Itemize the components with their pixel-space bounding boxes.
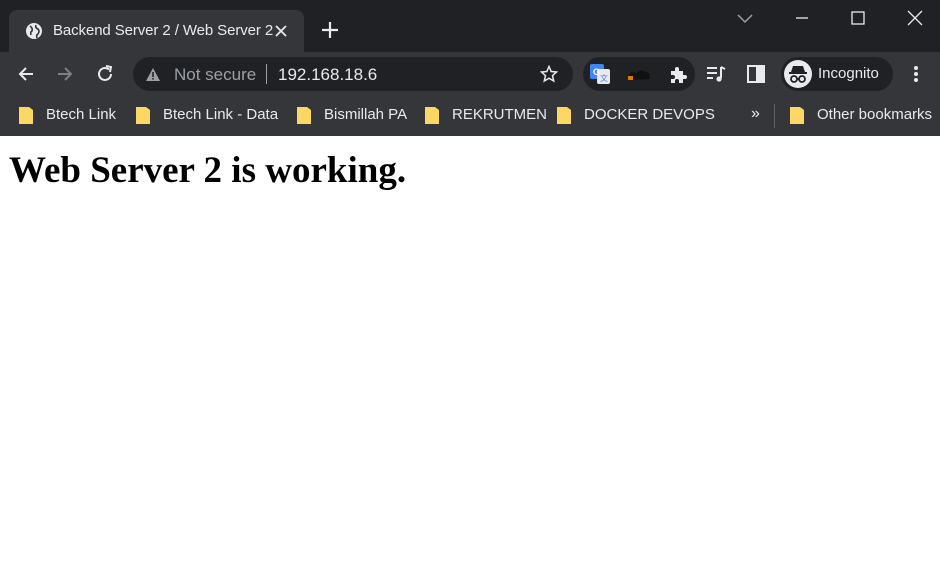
incognito-icon — [789, 66, 807, 83]
bookmark-label: REKRUTMEN — [452, 106, 548, 123]
google-translate-icon[interactable]: G 文 — [590, 64, 610, 84]
page-content: Web Server 2 is working. — [0, 136, 940, 562]
bookmarks-bar: Btech Link Btech Link - Data Bismillah P… — [0, 96, 940, 136]
other-bookmarks-label: Other bookmarks — [817, 106, 933, 123]
url-text[interactable]: 192.168.18.6 — [278, 65, 377, 85]
back-arrow-icon[interactable] — [16, 64, 36, 84]
bookmarks-overflow-button[interactable]: » — [751, 105, 760, 123]
folder-icon — [19, 107, 33, 124]
tab-strip: Backend Server 2 / Web Server 2 — [0, 0, 940, 52]
close-window-icon[interactable] — [905, 8, 925, 28]
bookmark-label: Btech Link - Data — [163, 106, 279, 123]
tab-title: Backend Server 2 / Web Server 2 — [53, 22, 274, 39]
globe-icon — [26, 23, 42, 39]
reload-icon[interactable] — [95, 64, 115, 84]
extensions-group: G 文 — [583, 57, 695, 91]
forward-arrow-icon[interactable] — [55, 64, 75, 84]
folder-icon — [557, 107, 571, 124]
folder-icon — [297, 107, 311, 124]
bookmark-label: Bismillah PA — [324, 106, 408, 123]
side-panel-icon[interactable] — [747, 65, 765, 83]
puzzle-icon[interactable] — [668, 65, 687, 84]
svg-text:G: G — [593, 67, 600, 77]
omnibox-divider — [266, 64, 267, 84]
bookmark-label: DOCKER DEVOPS — [584, 106, 715, 123]
address-bar[interactable]: Not secure 192.168.18.6 — [133, 57, 573, 91]
folder-icon — [425, 107, 439, 124]
bookmarks-divider — [774, 104, 775, 128]
maximize-icon[interactable] — [848, 8, 868, 28]
folder-icon — [136, 107, 150, 124]
toolbar: Not secure 192.168.18.6 G 文 Incognito — [0, 52, 940, 96]
svg-text:文: 文 — [600, 73, 608, 83]
incognito-label: Incognito — [818, 65, 879, 82]
folder-icon — [790, 107, 804, 124]
close-tab-icon[interactable] — [274, 24, 288, 38]
chevron-down-icon[interactable] — [736, 11, 754, 25]
warning-icon[interactable] — [145, 67, 161, 82]
avatar — [784, 60, 812, 88]
more-menu-icon[interactable] — [909, 64, 923, 84]
minimize-icon[interactable] — [792, 8, 812, 28]
bookmark-label: Btech Link — [46, 106, 117, 123]
extension-icon[interactable] — [627, 67, 651, 81]
security-label[interactable]: Not secure — [174, 65, 256, 85]
active-tab[interactable]: Backend Server 2 / Web Server 2 — [9, 10, 304, 52]
incognito-profile-button[interactable]: Incognito — [781, 57, 893, 91]
new-tab-icon[interactable] — [320, 20, 340, 40]
bookmark-star-icon[interactable] — [540, 65, 558, 83]
media-control-icon[interactable] — [706, 65, 726, 83]
page-heading: Web Server 2 is working. — [9, 150, 407, 191]
